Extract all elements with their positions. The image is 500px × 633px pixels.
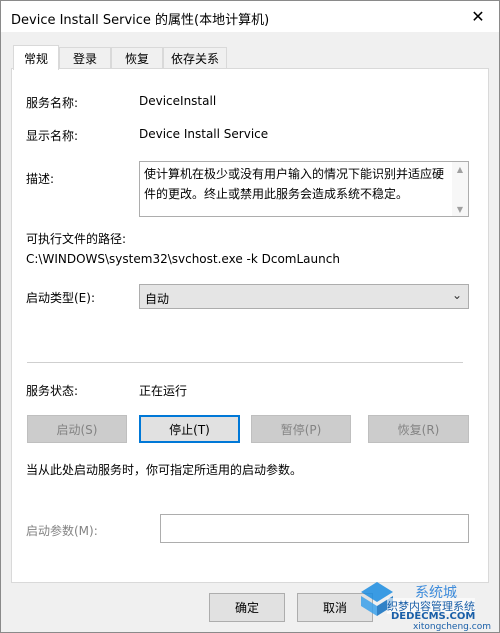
section-divider — [27, 362, 463, 363]
watermark-line4: xitongcheng.com — [413, 622, 491, 632]
service-name-label: 服务名称: — [26, 96, 79, 110]
description-textbox[interactable]: 使计算机在极少或没有用户输入的情况下能识别并适应硬件的更改。终止或禁用此服务会造… — [139, 161, 469, 217]
start-params-hint: 当从此处启动服务时，你可指定所适用的启动参数。 — [26, 463, 303, 477]
tab-general[interactable]: 常规 — [13, 45, 59, 70]
tab-logon[interactable]: 登录 — [59, 47, 111, 69]
tab-dependencies[interactable]: 依存关系 — [163, 47, 227, 69]
service-status-value: 正在运行 — [139, 384, 188, 398]
service-properties-window: Device Install Service 的属性(本地计算机) ✕ 常规 登… — [0, 0, 500, 633]
watermark-line3: DEDECMS.COM — [391, 611, 476, 622]
title-bar[interactable]: Device Install Service 的属性(本地计算机) ✕ — [1, 1, 499, 32]
stop-button[interactable]: 停止(T) — [139, 415, 240, 443]
ok-button[interactable]: 确定 — [209, 593, 285, 622]
start-button[interactable]: 启动(S) — [27, 415, 127, 443]
description-scrollbar[interactable]: ▲ ▼ — [452, 162, 468, 216]
executable-path-value: C:\WINDOWS\system32\svchost.exe -k DcomL… — [26, 252, 340, 266]
startup-type-value: 自动 — [145, 292, 170, 306]
display-name-label: 显示名称: — [26, 129, 79, 143]
scroll-down-icon[interactable]: ▼ — [452, 202, 468, 216]
pause-button[interactable]: 暂停(P) — [251, 415, 351, 443]
start-params-label: 启动参数(M): — [26, 524, 98, 538]
service-status-label: 服务状态: — [26, 384, 79, 398]
start-params-input[interactable] — [160, 514, 469, 543]
display-name-value: Device Install Service — [139, 127, 269, 141]
general-tab-panel: 服务名称: DeviceInstall 显示名称: Device Install… — [11, 68, 489, 583]
close-icon[interactable]: ✕ — [463, 3, 493, 29]
watermark: 系统城 织梦内容管理系统 DEDECMS.COM xitongcheng.com — [357, 576, 499, 632]
service-name-value: DeviceInstall — [139, 94, 217, 108]
tab-recovery[interactable]: 恢复 — [111, 47, 163, 69]
executable-path-label: 可执行文件的路径: — [26, 232, 127, 246]
scroll-up-icon[interactable]: ▲ — [452, 162, 468, 176]
description-value: 使计算机在极少或没有用户输入的情况下能识别并适应硬件的更改。终止或禁用此服务会造… — [144, 167, 445, 201]
chevron-down-icon: ⌄ — [451, 288, 462, 302]
window-title: Device Install Service 的属性(本地计算机) — [11, 13, 270, 28]
resume-button[interactable]: 恢复(R) — [368, 415, 469, 443]
startup-type-label: 启动类型(E): — [26, 291, 95, 305]
startup-type-select[interactable]: 自动 ⌄ — [139, 284, 469, 309]
description-label: 描述: — [26, 172, 55, 186]
